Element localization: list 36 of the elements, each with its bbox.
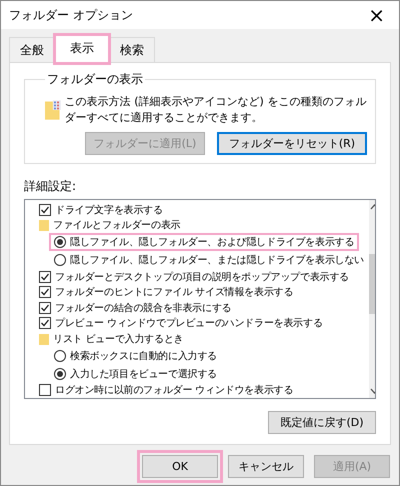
category-label: リスト ビューで入力するとき	[53, 332, 184, 346]
folder-icon	[39, 332, 49, 345]
radio-button[interactable]	[54, 368, 66, 380]
group-title: フォルダーの表示	[46, 71, 144, 88]
window-title: フォルダー オプション	[9, 6, 133, 24]
category-label: ファイルとフォルダーの表示	[53, 218, 180, 232]
cancel-button[interactable]: キャンセル	[228, 455, 304, 478]
checkbox[interactable]	[39, 384, 51, 396]
checkbox[interactable]	[39, 270, 51, 283]
restore-defaults-button[interactable]: 既定値に戻す(D)	[268, 411, 376, 434]
option-label: 入力した項目をビューで選択する	[70, 368, 218, 380]
tab[interactable]: 表示	[55, 35, 109, 63]
description-text: この表示方法 (詳細表示やアイコンなど) をこの種類のフォルダーすべてに適用することができます。	[64, 94, 367, 126]
checkbox[interactable]	[39, 317, 51, 330]
checkbox[interactable]	[39, 204, 51, 216]
option-label: 隠しファイル、隠しフォルダー、または隠しドライブを表示しない	[70, 254, 364, 267]
reset-folders-button[interactable]: フォルダーをリセット(R)	[217, 132, 367, 155]
tab[interactable]: 検索	[109, 37, 155, 63]
option-label: ログオン時に以前のフォルダー ウィンドウを表示する	[55, 384, 294, 398]
checkbox[interactable]	[39, 286, 51, 298]
ok-button[interactable]: OK	[142, 455, 218, 478]
option-label: プレビュー ウィンドウでプレビューのハンドラーを表示する	[55, 316, 323, 330]
close-button[interactable]: ×	[364, 3, 389, 27]
folder-icon	[39, 219, 49, 232]
checkbox[interactable]	[39, 302, 51, 314]
option-label: 検索ボックスに自動的に入力する	[70, 350, 218, 362]
radio-button[interactable]	[54, 254, 66, 266]
option-label: フォルダーとデスクトップの項目の説明をポップアップで表示する	[55, 270, 350, 284]
radio-button[interactable]	[54, 350, 66, 362]
option-label: 隠しファイル、隠しフォルダー、および隠しドライブを表示する	[70, 236, 354, 249]
option-label: ドライブ文字を表示する	[55, 204, 163, 217]
tab[interactable]: 全般	[9, 37, 55, 63]
option-label: フォルダーの結合の競合を非表示にする	[55, 302, 232, 315]
option-label: フォルダーのヒントにファイル サイズ情報を表示する	[55, 286, 294, 300]
section-label: 詳細設定:	[24, 178, 78, 195]
radio-button[interactable]	[54, 236, 66, 248]
